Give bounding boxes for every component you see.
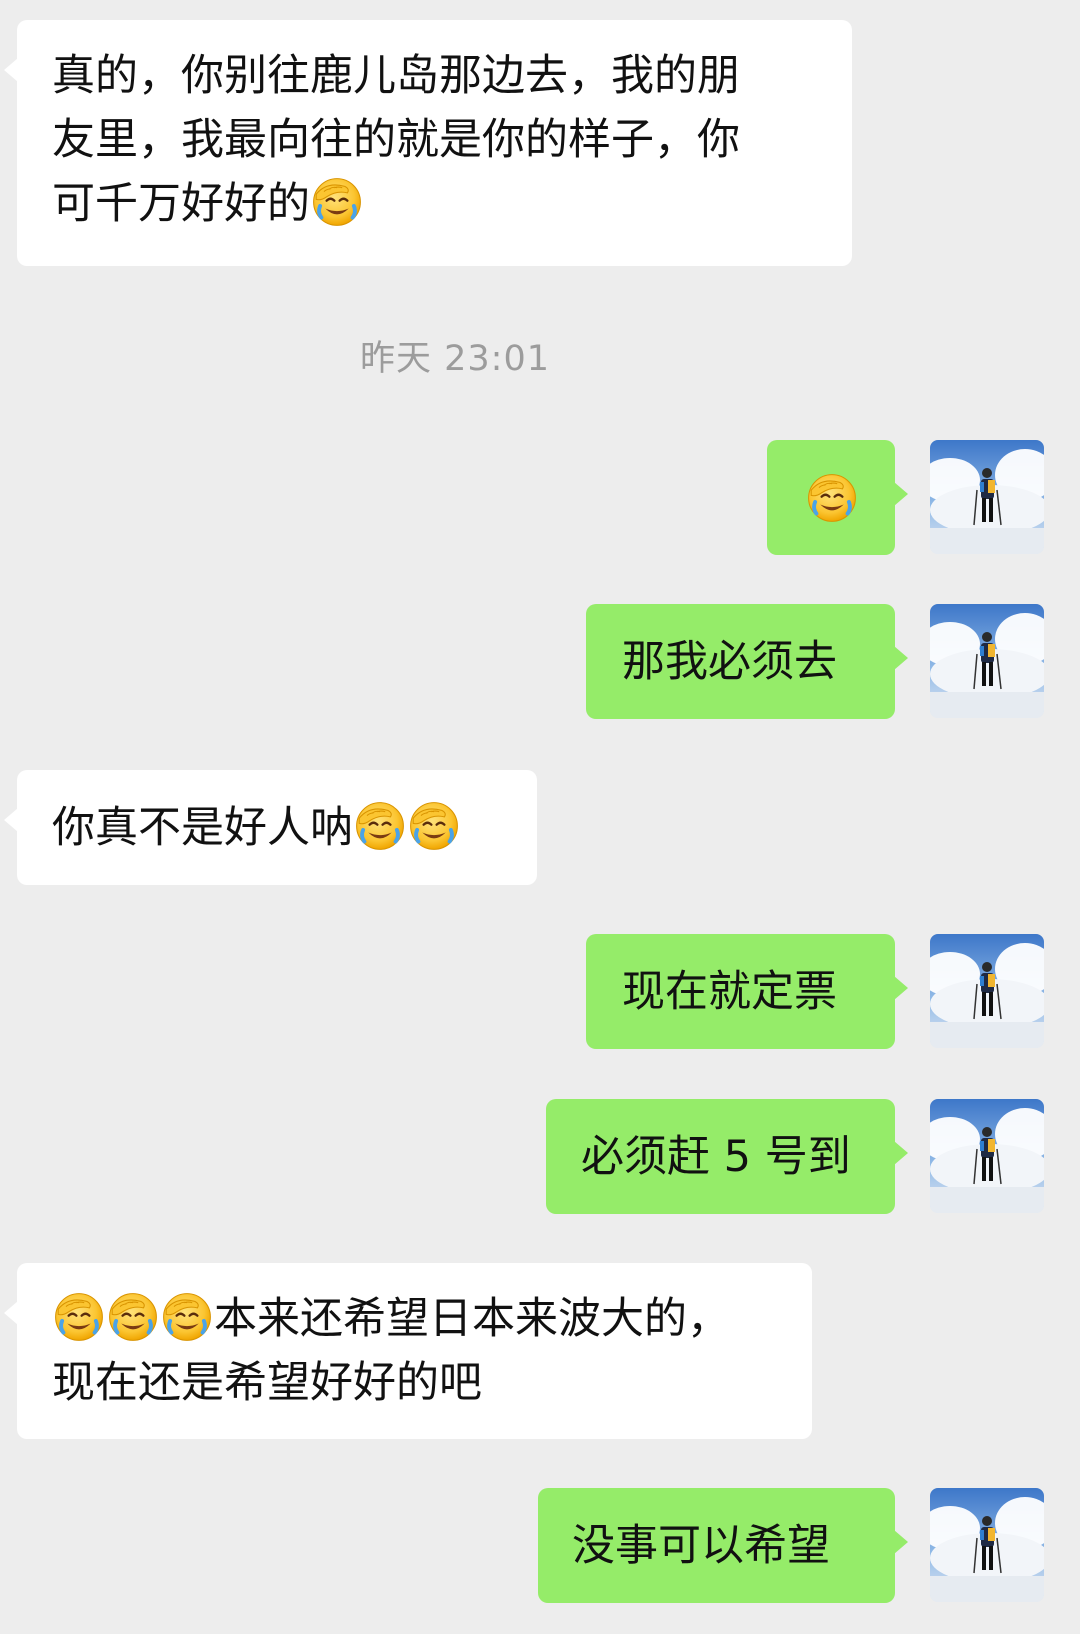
outgoing-message-bubble[interactable] [767, 440, 908, 555]
message-text: 必须赶 5 号到 [581, 1132, 851, 1182]
message-text: 真的，你别往鹿儿岛那边去，我的朋 友里，我最向往的就是你的样子，你 可千万好好的 [52, 51, 740, 229]
facepalm-cry-emoji [410, 802, 458, 850]
skier-avatar-icon[interactable] [930, 1488, 1044, 1602]
facepalm-cry-emoji [808, 474, 856, 522]
skier-avatar-icon[interactable] [930, 934, 1044, 1048]
facepalm-cry-emoji [313, 178, 361, 226]
outgoing-message-bubble[interactable]: 那我必须去 [586, 604, 908, 719]
facepalm-cry-emoji [356, 802, 404, 850]
facepalm-cry-emoji [163, 1293, 211, 1341]
skier-avatar-icon[interactable] [930, 1099, 1044, 1213]
outgoing-message-bubble[interactable]: 必须赶 5 号到 [546, 1099, 908, 1214]
skier-avatar-icon[interactable] [930, 604, 1044, 718]
message-text: 你真不是好人呐 [52, 803, 353, 853]
incoming-message-bubble[interactable]: 你真不是好人呐 [4, 770, 537, 885]
outgoing-message-bubble[interactable]: 现在就定票 [586, 934, 908, 1049]
message-text: 没事可以希望 [572, 1521, 830, 1571]
skier-avatar-icon[interactable] [930, 440, 1044, 554]
facepalm-cry-emoji [55, 1293, 103, 1341]
incoming-message-bubble[interactable]: 本来还希望日本来波大的， 现在还是希望好好的吧 [4, 1263, 812, 1439]
facepalm-cry-emoji [109, 1293, 157, 1341]
message-text: 现在就定票 [622, 967, 837, 1017]
outgoing-message-bubble[interactable]: 没事可以希望 [538, 1488, 908, 1603]
timestamp: 昨天 23:01 [360, 339, 550, 379]
message-text: 那我必须去 [622, 637, 837, 687]
incoming-message-bubble[interactable]: 真的，你别往鹿儿岛那边去，我的朋 友里，我最向往的就是你的样子，你 可千万好好的 [4, 20, 852, 266]
chat-area: 昨天 23:01 真的，你别往鹿儿岛那边去，我的朋 友里，我最向往的就是你的样子… [0, 0, 1080, 1634]
